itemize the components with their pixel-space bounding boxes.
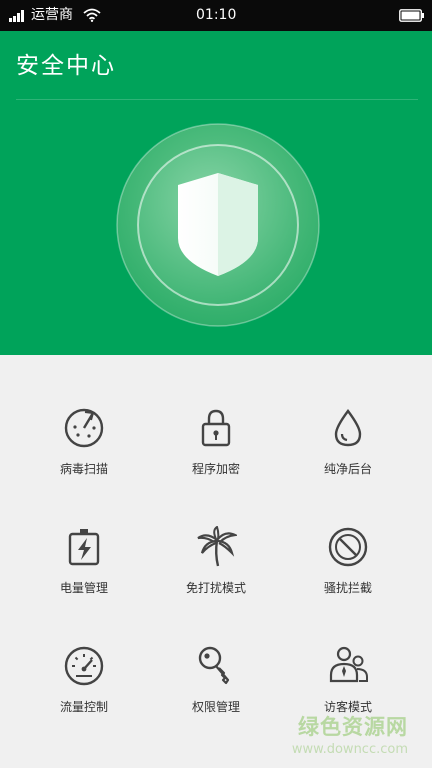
guest-users-icon (329, 646, 368, 683)
feature-label: 流量控制 (59, 700, 108, 714)
feature-label: 权限管理 (191, 700, 240, 714)
feature-data-control[interactable]: 流量控制 (12, 645, 156, 763)
feature-label: 程序加密 (191, 462, 240, 476)
feature-do-not-disturb[interactable]: 免打扰模式 (144, 526, 288, 644)
feature-label: 病毒扫描 (59, 462, 108, 476)
battery-icon (399, 9, 424, 22)
page-title: 安全中心 (16, 53, 116, 79)
feature-virus-scan[interactable]: 病毒扫描 (12, 407, 156, 525)
watermark-url: www.downcc.com (291, 742, 408, 757)
watermark: 绿色资源网 www.downcc.com (291, 714, 430, 764)
wifi-icon (83, 8, 101, 22)
watermark-title: 绿色资源网 (298, 715, 408, 739)
signal-icon (9, 9, 27, 22)
feature-permission-management[interactable]: 权限管理 (144, 645, 288, 763)
battery-bolt-icon (68, 529, 100, 566)
speedometer-icon (64, 646, 104, 686)
security-header: 安全中心 (0, 31, 432, 355)
feature-clean-background[interactable]: 纯净后台 (276, 407, 420, 525)
feature-label: 电量管理 (59, 581, 108, 595)
feature-app-lock[interactable]: 程序加密 (144, 407, 288, 525)
feature-label: 骚扰拦截 (323, 581, 372, 595)
lock-icon (201, 409, 231, 447)
virus-scan-icon (64, 408, 104, 448)
feature-label: 纯净后台 (323, 462, 372, 476)
screen: 运营商 01:10 安全中心 病毒扫描 程序加密 纯净后台 电量管理 免打扰模式… (0, 0, 432, 768)
feature-grid: 病毒扫描 程序加密 纯净后台 电量管理 免打扰模式 骚扰拦截 流量控制 权限管理… (0, 355, 432, 768)
water-drop-icon (334, 408, 362, 447)
key-icon (198, 646, 230, 685)
feature-label: 访客模式 (323, 700, 372, 714)
security-shield-button[interactable] (116, 123, 320, 327)
feature-label: 免打扰模式 (185, 581, 246, 595)
carrier-name: 运营商 (31, 7, 73, 23)
palm-tree-icon (197, 526, 237, 567)
feature-power-management[interactable]: 电量管理 (12, 526, 156, 644)
clock: 01:10 (196, 7, 237, 23)
status-bar: 运营商 01:10 (0, 0, 432, 31)
feature-harassment-block[interactable]: 骚扰拦截 (276, 526, 420, 644)
block-icon (328, 527, 368, 567)
header-divider (16, 99, 418, 100)
